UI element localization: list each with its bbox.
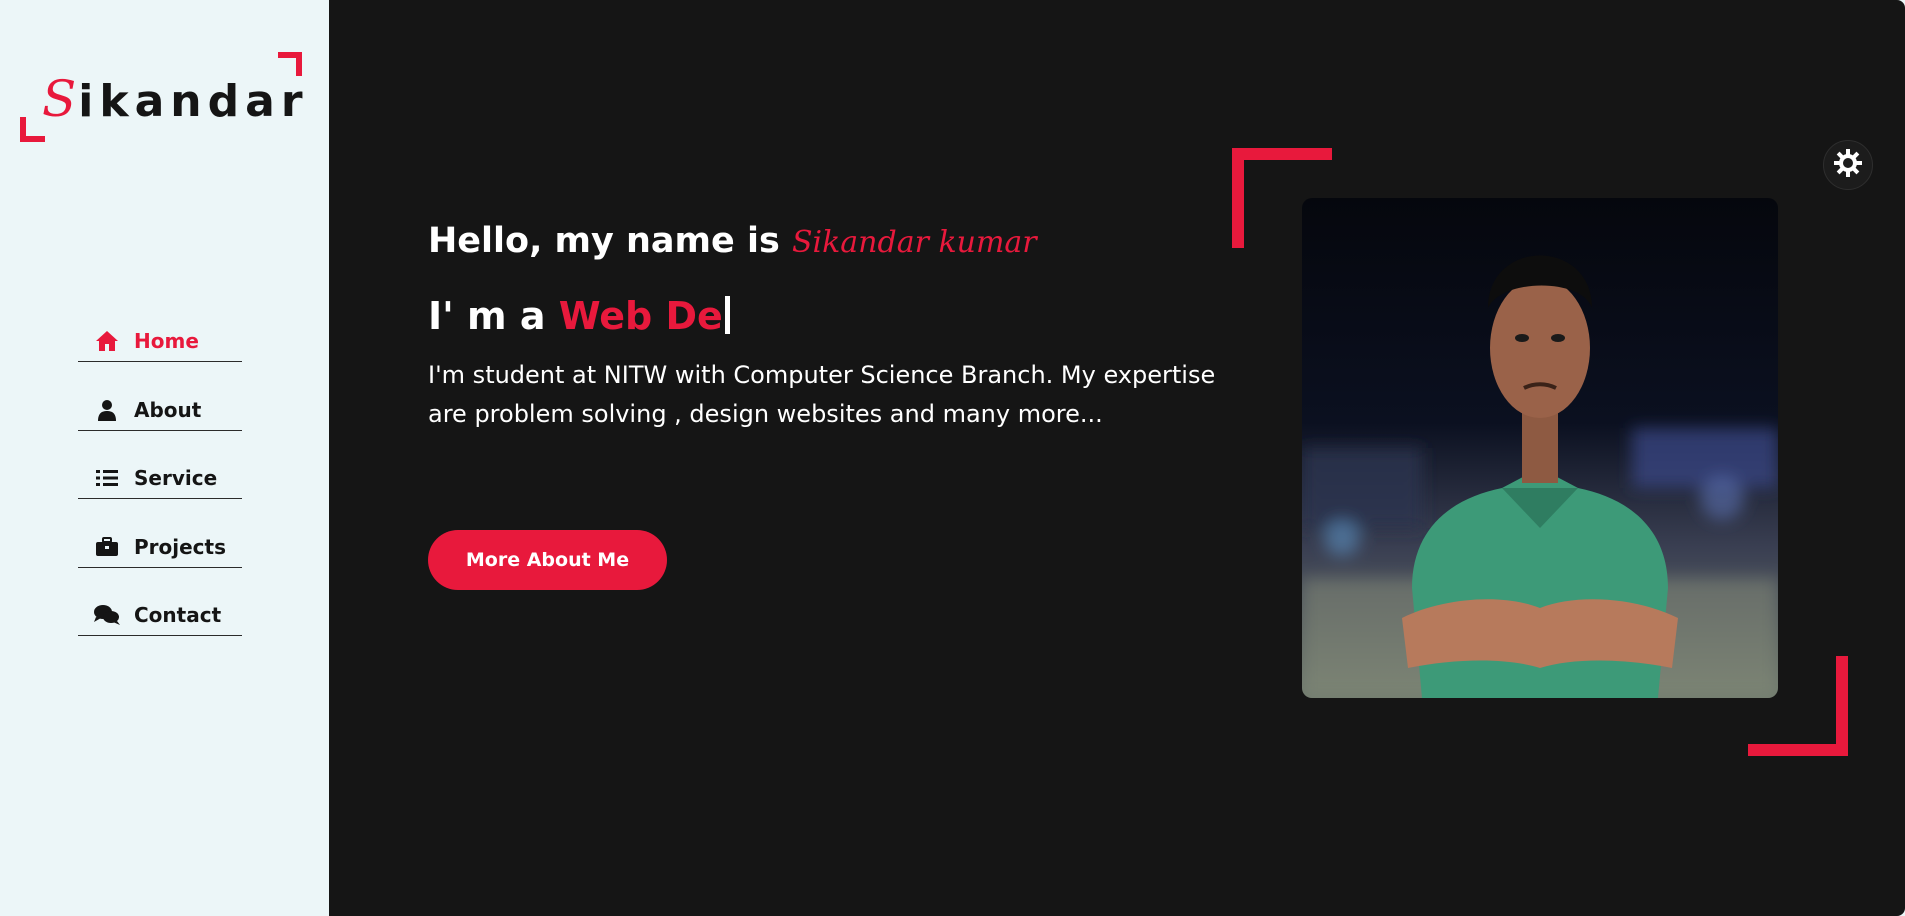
nav-label-about: About xyxy=(134,397,202,422)
nav-label-home: Home xyxy=(134,329,199,353)
nav-item-about[interactable]: About xyxy=(78,362,242,431)
logo-text: Sikandar xyxy=(42,70,309,128)
home-icon xyxy=(94,329,120,353)
chat-icon xyxy=(94,603,120,627)
sidebar: Sikandar Home About Service Projects Con… xyxy=(0,0,329,916)
hero-name: Sikandar kumar xyxy=(791,225,1037,260)
nav-item-home[interactable]: Home xyxy=(78,315,242,362)
logo-rest: ikandar xyxy=(78,76,309,127)
typing-cursor xyxy=(724,296,730,334)
profile-photo xyxy=(1302,198,1778,698)
role-typed-text: Web De xyxy=(558,294,723,338)
sidebar-nav: Home About Service Projects Contact xyxy=(78,315,242,636)
greeting-prefix: Hello, my name is xyxy=(428,221,792,261)
hero-greeting: Hello, my name is Sikandar kumar xyxy=(428,216,1248,266)
nav-item-projects[interactable]: Projects xyxy=(78,499,242,568)
main-content: Hello, my name is Sikandar kumar I' m a … xyxy=(329,0,1905,916)
nav-item-contact[interactable]: Contact xyxy=(78,568,242,636)
nav-label-contact: Contact xyxy=(134,603,222,627)
nav-item-service[interactable]: Service xyxy=(78,431,242,499)
logo-initial: S xyxy=(42,70,79,128)
hero-role: I' m a Web De xyxy=(428,290,1248,342)
role-prefix: I' m a xyxy=(428,294,559,338)
more-about-me-button[interactable]: More About Me xyxy=(428,530,667,590)
nav-label-service: Service xyxy=(134,466,218,490)
briefcase-icon xyxy=(94,535,120,559)
user-icon xyxy=(94,398,120,422)
sun-gear-icon xyxy=(1834,149,1862,181)
hero-text: Hello, my name is Sikandar kumar I' m a … xyxy=(428,216,1248,434)
theme-toggle-button[interactable] xyxy=(1823,140,1873,190)
list-icon xyxy=(94,466,120,490)
logo[interactable]: Sikandar xyxy=(20,52,303,142)
hero-bio: I'm student at NITW with Computer Scienc… xyxy=(428,361,1216,428)
nav-label-projects: Projects xyxy=(134,534,227,559)
